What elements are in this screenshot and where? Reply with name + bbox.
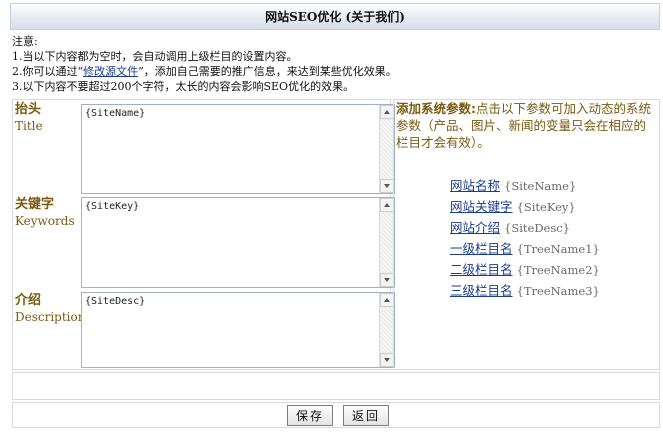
params-hint: 添加系统参数:点击以下参数可加入动态的系统参数（产品、图片、新闻的变量只会在相应… — [396, 100, 658, 151]
description-value: {SiteDesc} — [85, 296, 146, 307]
param-code: {TreeName2} — [516, 263, 600, 277]
scroll-down-button[interactable] — [380, 353, 394, 367]
note-line-2: 2.你可以通过“修改源文件”，添加自己需要的推广信息，来达到某些优化效果。 — [12, 64, 658, 79]
param-link-tree-name-2[interactable]: 二级栏目名 — [450, 262, 513, 277]
edit-source-link[interactable]: 修改源文件 — [83, 65, 138, 78]
title-label: 抬头 Title — [15, 101, 81, 135]
keywords-value: {SiteKey} — [85, 201, 140, 212]
save-button[interactable]: 保存 — [287, 405, 333, 426]
note-line-2-prefix: 2.你可以通过“ — [12, 65, 84, 78]
title-value: {SiteName} — [85, 108, 146, 119]
keywords-textarea[interactable]: {SiteKey} — [81, 197, 395, 288]
param-item: 三级栏目名 {TreeName3} — [450, 280, 660, 301]
param-item: 二级栏目名 {TreeName2} — [450, 259, 660, 280]
scroll-down-button[interactable] — [380, 179, 394, 193]
scroll-down-button[interactable] — [380, 273, 394, 287]
notes-block: 注意: 1.当以下内容都为空时，会自动调用上级栏目的设置内容。 2.你可以通过“… — [12, 34, 658, 94]
params-column: 添加系统参数:点击以下参数可加入动态的系统参数（产品、图片、新闻的变量只会在相应… — [393, 99, 660, 370]
params-hint-title: 添加系统参数: — [396, 101, 476, 116]
back-button[interactable]: 返回 — [343, 405, 389, 426]
description-row: 介绍 Description {SiteDesc} — [13, 290, 395, 370]
title-row: 抬头 Title {SiteName} — [13, 100, 395, 196]
description-label-en: Description — [15, 310, 86, 324]
notes-heading: 注意: — [12, 35, 38, 48]
title-textarea[interactable]: {SiteName} — [81, 104, 395, 194]
params-list: 网站名称 {SiteName} 网站关键字 {SiteKey} 网站介绍 {SiteD… — [450, 175, 660, 301]
param-link-tree-name-3[interactable]: 三级栏目名 — [450, 283, 513, 298]
description-label-cn: 介绍 — [15, 293, 42, 308]
param-item: 网站介绍 {SiteDesc} — [450, 217, 660, 238]
param-link-site-name[interactable]: 网站名称 — [450, 178, 500, 193]
description-label: 介绍 Description — [15, 292, 86, 326]
param-link-site-key[interactable]: 网站关键字 — [450, 199, 513, 214]
button-row: 保存 返回 — [12, 402, 660, 428]
description-textarea[interactable]: {SiteDesc} — [81, 292, 395, 368]
param-link-tree-name-1[interactable]: 一级栏目名 — [450, 241, 513, 256]
description-scrollbar[interactable] — [379, 293, 394, 367]
note-line-3: 3.以下内容不要超过200个字符，太长的内容会影响SEO优化的效果。 — [12, 80, 355, 93]
spacer-row — [12, 372, 660, 400]
param-item: 网站关键字 {SiteKey} — [450, 196, 660, 217]
scroll-up-button[interactable] — [380, 293, 394, 307]
note-line-2-suffix: ”，添加自己需要的推广信息，来达到某些优化效果。 — [138, 65, 397, 78]
param-code: {TreeName1} — [516, 242, 600, 256]
fields-column: 抬头 Title {SiteName} 关键字 Keywords {SiteKe… — [12, 99, 395, 370]
arrow-down-icon — [384, 358, 390, 362]
arrow-down-icon — [384, 278, 390, 282]
title-label-en: Title — [15, 119, 43, 133]
note-line-1: 1.当以下内容都为空时，会自动调用上级栏目的设置内容。 — [12, 50, 298, 63]
scroll-up-button[interactable] — [380, 198, 394, 212]
arrow-up-icon — [384, 298, 390, 302]
keywords-label-en: Keywords — [15, 214, 75, 228]
title-label-cn: 抬头 — [15, 102, 42, 117]
arrow-up-icon — [384, 110, 390, 114]
keywords-label: 关键字 Keywords — [15, 196, 81, 230]
arrow-down-icon — [384, 184, 390, 188]
arrow-up-icon — [384, 203, 390, 207]
title-scrollbar[interactable] — [379, 105, 394, 193]
param-link-site-desc[interactable]: 网站介绍 — [450, 220, 500, 235]
param-item: 一级栏目名 {TreeName1} — [450, 238, 660, 259]
panel-title: 网站SEO优化 (关于我们) — [10, 3, 660, 30]
keywords-row: 关键字 Keywords {SiteKey} — [13, 196, 395, 290]
param-code: {SiteName} — [504, 179, 577, 193]
param-code: {TreeName3} — [516, 284, 600, 298]
param-code: {SiteKey} — [516, 200, 576, 214]
keywords-scrollbar[interactable] — [379, 198, 394, 287]
scroll-up-button[interactable] — [380, 105, 394, 119]
keywords-label-cn: 关键字 — [15, 197, 55, 212]
param-item: 网站名称 {SiteName} — [450, 175, 660, 196]
seo-panel: 网站SEO优化 (关于我们) 注意: 1.当以下内容都为空时，会自动调用上级栏目… — [10, 3, 660, 431]
param-code: {SiteDesc} — [504, 221, 571, 235]
